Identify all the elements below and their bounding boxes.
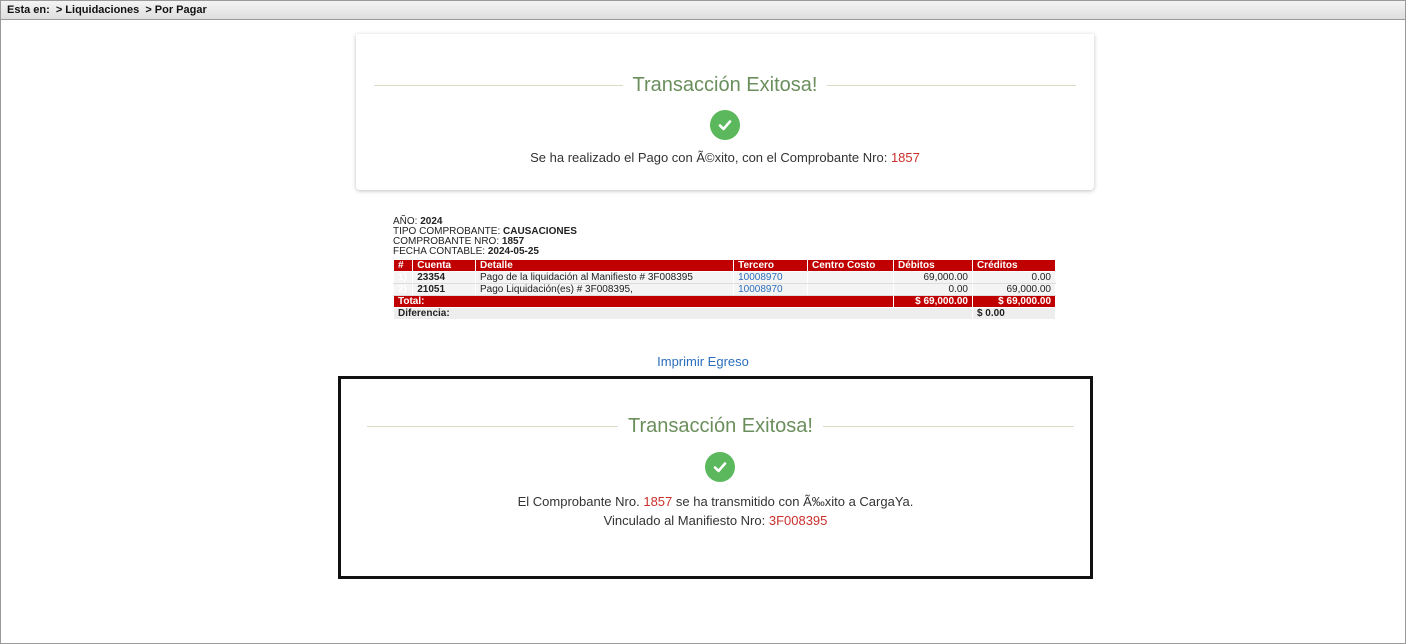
col-header-cuenta: Cuenta [412, 259, 476, 272]
table-row: 1) 23354 Pago de la liquidación al Manif… [392, 271, 1057, 284]
transmit-success-title-row: Transacción Exitosa! [341, 415, 1090, 438]
row-cuenta: 23354 [412, 271, 476, 284]
row-creditos: 69,000.00 [971, 283, 1057, 296]
col-header-creditos: Créditos [971, 259, 1057, 272]
transmit-msg-suffix: se ha transmitido con Ã‰xito a CargaYa. [675, 494, 914, 509]
payment-success-title: Transacción Exitosa! [632, 74, 818, 96]
voucher-date-label: FECHA CONTABLE: [393, 246, 486, 257]
voucher-summary: AÑO: 2024 TIPO COMPROBANTE: CAUSACIONES … [392, 217, 1057, 320]
payment-success-message: Se ha realizado el Pago con Ã©xito, con … [356, 150, 1094, 165]
voucher-table: # Cuenta Detalle Tercero Centro Costo Dé… [392, 259, 1057, 320]
success-check-icon [705, 452, 735, 482]
transmit-voucher-number: 1857 [643, 494, 673, 509]
print-egreso-link[interactable]: Imprimir Egreso [657, 354, 749, 369]
title-divider-left [367, 426, 619, 427]
transmit-success-title: Transacción Exitosa! [628, 415, 813, 437]
transmit-success-message: El Comprobante Nro. 1857 se ha transmiti… [341, 494, 1090, 509]
breadcrumb-prefix: Esta en: [7, 4, 50, 16]
transmit-success-panel: Transacción Exitosa! El Comprobante Nro.… [338, 376, 1093, 579]
col-header-centro-costo: Centro Costo [806, 259, 895, 272]
manifest-number: 3F008395 [768, 513, 828, 528]
row-index: 2) [392, 283, 414, 296]
row-tercero-link[interactable]: 10008970 [733, 283, 808, 296]
col-header-debitos: Débitos [893, 259, 973, 272]
row-index: 1) [392, 271, 414, 284]
row-debitos: 69,000.00 [893, 271, 973, 284]
difference-value: $ 0.00 [971, 307, 1057, 320]
col-header-index: # [392, 259, 414, 272]
row-cuenta: 21051 [412, 283, 476, 296]
manifest-label: Vinculado al Manifiesto Nro: [603, 513, 766, 528]
manifest-message: Vinculado al Manifiesto Nro: 3F008395 [341, 513, 1090, 528]
title-divider-left [374, 85, 623, 86]
title-divider-right [827, 85, 1076, 86]
row-centro-costo [806, 283, 895, 296]
breadcrumb-item-liquidaciones[interactable]: Liquidaciones [65, 4, 139, 16]
table-header-row: # Cuenta Detalle Tercero Centro Costo Dé… [392, 259, 1057, 272]
payment-success-title-row: Transacción Exitosa! [356, 74, 1094, 97]
voucher-meta: AÑO: 2024 TIPO COMPROBANTE: CAUSACIONES … [393, 217, 1056, 257]
row-detalle: Pago de la liquidación al Manifiesto # 3… [474, 271, 735, 284]
total-label: Total: [393, 295, 894, 308]
row-centro-costo [806, 271, 895, 284]
breadcrumb-item-por-pagar[interactable]: Por Pagar [155, 4, 207, 16]
row-detalle: Pago Liquidación(es) # 3F008395, [474, 283, 735, 296]
row-tercero-link[interactable]: 10008970 [733, 271, 808, 284]
table-difference-row: Diferencia: $ 0.00 [393, 307, 1057, 320]
title-divider-right [822, 426, 1074, 427]
row-creditos: 0.00 [971, 271, 1057, 284]
payment-success-panel: Transacción Exitosa! Se ha realizado el … [356, 34, 1094, 190]
col-header-tercero: Tercero [733, 259, 808, 272]
breadcrumb: Esta en: > Liquidaciones > Por Pagar [1, 1, 1405, 20]
total-creditos: $ 69,000.00 [971, 295, 1057, 308]
total-debitos: $ 69,000.00 [893, 295, 973, 308]
row-debitos: 0.00 [893, 283, 973, 296]
payment-voucher-number: 1857 [890, 150, 920, 165]
table-total-row: Total: $ 69,000.00 $ 69,000.00 [393, 295, 1057, 308]
payment-message-text: Se ha realizado el Pago con Ã©xito, con … [530, 150, 888, 165]
col-header-detalle: Detalle [474, 259, 735, 272]
transmit-msg-prefix: El Comprobante Nro. [517, 494, 640, 509]
difference-label: Diferencia: [393, 307, 973, 320]
print-egreso-link-row: Imprimir Egreso [0, 354, 1406, 369]
table-row: 2) 21051 Pago Liquidación(es) # 3F008395… [392, 283, 1057, 296]
voucher-date: 2024-05-25 [487, 246, 539, 257]
success-check-icon [710, 110, 740, 140]
